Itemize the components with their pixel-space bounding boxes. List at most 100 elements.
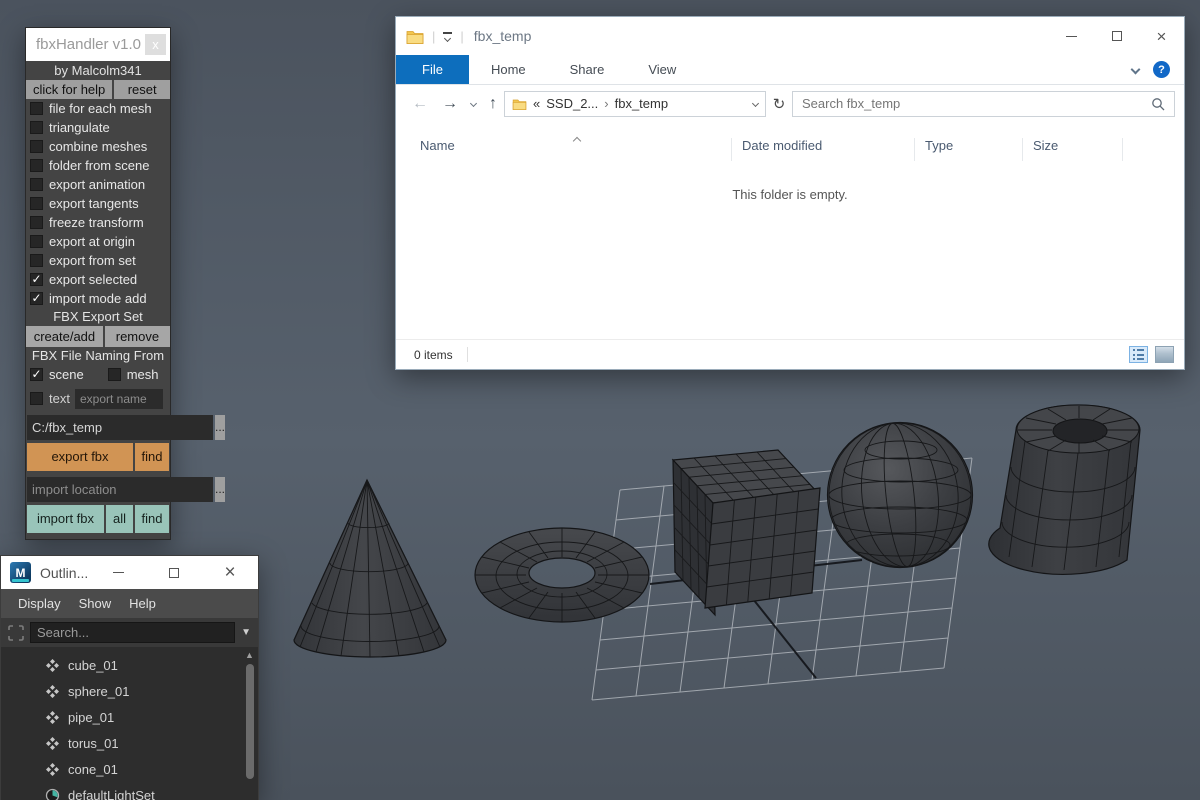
viewport-object-pipe[interactable] (988, 404, 1141, 575)
scroll-up-icon[interactable]: ▲ (245, 649, 254, 661)
export-fbx-button[interactable]: export fbx (27, 443, 133, 471)
column-header-date-modified[interactable]: Date modified (732, 138, 915, 161)
address-dropdown-icon[interactable] (751, 99, 760, 108)
checkbox-scene[interactable] (30, 368, 43, 381)
close-icon: × (224, 562, 236, 583)
minimize-button[interactable] (1049, 17, 1094, 55)
checkbox-label: triangulate (49, 120, 110, 135)
up-icon[interactable]: ↑ (489, 95, 497, 113)
checkbox-text[interactable] (30, 392, 43, 405)
checkbox-export-tangents[interactable] (30, 197, 43, 210)
breadcrumb-drive[interactable]: SSD_2... (546, 96, 598, 111)
thumbnail-view-button[interactable] (1155, 346, 1174, 363)
option-row: freeze transform (26, 213, 170, 232)
checkbox-export-at-origin[interactable] (30, 235, 43, 248)
option-row: export at origin (26, 232, 170, 251)
checkbox-export-from-set[interactable] (30, 254, 43, 267)
checkbox-mesh[interactable] (107, 368, 121, 381)
tab-file[interactable]: File (396, 55, 469, 84)
checkbox-label: export from set (49, 253, 136, 268)
back-icon[interactable]: ← (412, 95, 428, 113)
reset-button[interactable]: reset (114, 80, 170, 99)
option-row: import mode add (26, 289, 170, 308)
search-input[interactable] (802, 96, 1151, 111)
viewport-object-cone[interactable] (293, 478, 447, 658)
list-item-pipe[interactable]: pipe_01 (1, 704, 258, 730)
explorer-titlebar[interactable]: | | fbx_temp × (396, 17, 1184, 55)
checkbox-file-for-each-mesh[interactable] (30, 102, 43, 115)
viewport-object-sphere[interactable] (822, 416, 978, 574)
export-browse-button[interactable]: ... (215, 415, 226, 440)
checkbox-export-selected[interactable] (30, 273, 43, 286)
breadcrumb-prefix[interactable]: « (533, 96, 540, 111)
checkbox-import-mode-add[interactable] (30, 292, 43, 305)
breadcrumb-current[interactable]: fbx_temp (615, 96, 668, 111)
checkbox-freeze-transform[interactable] (30, 216, 43, 229)
column-header-type[interactable]: Type (915, 138, 1023, 161)
menu-help[interactable]: Help (120, 596, 165, 611)
close-icon[interactable]: x (145, 34, 166, 55)
outliner-list[interactable]: cube_01 sphere_01 pipe_01 torus_01 cone_… (1, 647, 258, 800)
menu-display[interactable]: Display (9, 596, 70, 611)
menu-show[interactable]: Show (70, 596, 121, 611)
ribbon-tabs: File Home Share View ? (396, 55, 1184, 85)
scrollbar[interactable]: ▲ (243, 649, 256, 800)
text-label: text (49, 391, 70, 406)
selection-filter-icon[interactable] (8, 624, 24, 641)
checkbox-export-animation[interactable] (30, 178, 43, 191)
export-path-input[interactable] (27, 415, 213, 440)
list-item-sphere[interactable]: sphere_01 (1, 678, 258, 704)
item-label: pipe_01 (68, 709, 115, 725)
close-icon: × (1156, 26, 1167, 46)
checkbox-combine-meshes[interactable] (30, 140, 43, 153)
export-find-button[interactable]: find (135, 443, 169, 471)
checkbox-label: export tangents (49, 196, 139, 211)
search-box[interactable] (792, 90, 1175, 117)
fbxhandler-titlebar[interactable]: fbxHandler v1.0 x (26, 28, 170, 61)
search-dropdown-icon[interactable]: ▼ (241, 627, 251, 638)
recent-locations-icon[interactable] (469, 99, 478, 108)
export-name-input[interactable] (74, 388, 163, 409)
help-button[interactable]: click for help (26, 80, 113, 99)
maximize-button[interactable] (1094, 17, 1139, 55)
tab-share[interactable]: Share (548, 55, 627, 84)
scrollbar-thumb[interactable] (245, 664, 254, 779)
separator: | (432, 28, 436, 44)
help-icon[interactable]: ? (1153, 61, 1170, 78)
import-location-input[interactable] (27, 477, 213, 502)
close-button[interactable]: × (1139, 17, 1184, 55)
window-explorer: | | fbx_temp × File Home Share View ? ← … (395, 16, 1185, 370)
refresh-icon[interactable]: ↻ (766, 95, 792, 113)
tab-home[interactable]: Home (469, 55, 548, 84)
tab-view[interactable]: View (626, 55, 698, 84)
viewport-object-cube[interactable] (673, 450, 820, 615)
list-item-default-light-set[interactable]: defaultLightSet (1, 782, 258, 800)
import-find-button[interactable]: find (135, 505, 169, 533)
list-item-cube[interactable]: cube_01 (1, 652, 258, 678)
remove-button[interactable]: remove (104, 326, 170, 347)
import-browse-button[interactable]: ... (215, 477, 226, 502)
outliner-titlebar[interactable]: M Outlin... × (1, 556, 258, 589)
address-bar[interactable]: « SSD_2... › fbx_temp (504, 90, 766, 117)
viewport-object-torus[interactable] (474, 527, 650, 623)
expand-ribbon-icon[interactable] (1130, 64, 1141, 75)
quick-access-toolbar-icon[interactable] (443, 31, 453, 42)
import-all-button[interactable]: all (106, 505, 133, 533)
create-add-button[interactable]: create/add (26, 326, 103, 347)
minimize-icon (1066, 35, 1077, 37)
list-item-cone[interactable]: cone_01 (1, 756, 258, 782)
minimize-button[interactable] (90, 556, 146, 589)
close-button[interactable]: × (202, 556, 258, 589)
maximize-button[interactable] (146, 556, 202, 589)
checkbox-folder-from-scene[interactable] (30, 159, 43, 172)
breadcrumb-separator: › (604, 96, 609, 111)
checkbox-triangulate[interactable] (30, 121, 43, 134)
column-header-name[interactable]: Name (416, 136, 732, 161)
column-header-size[interactable]: Size (1023, 138, 1123, 161)
file-list-area[interactable]: This folder is empty. (396, 161, 1184, 339)
forward-icon[interactable]: → (442, 95, 458, 113)
details-view-button[interactable] (1129, 346, 1148, 363)
list-item-torus[interactable]: torus_01 (1, 730, 258, 756)
outliner-search-input[interactable] (30, 622, 236, 643)
import-fbx-button[interactable]: import fbx (27, 505, 104, 533)
